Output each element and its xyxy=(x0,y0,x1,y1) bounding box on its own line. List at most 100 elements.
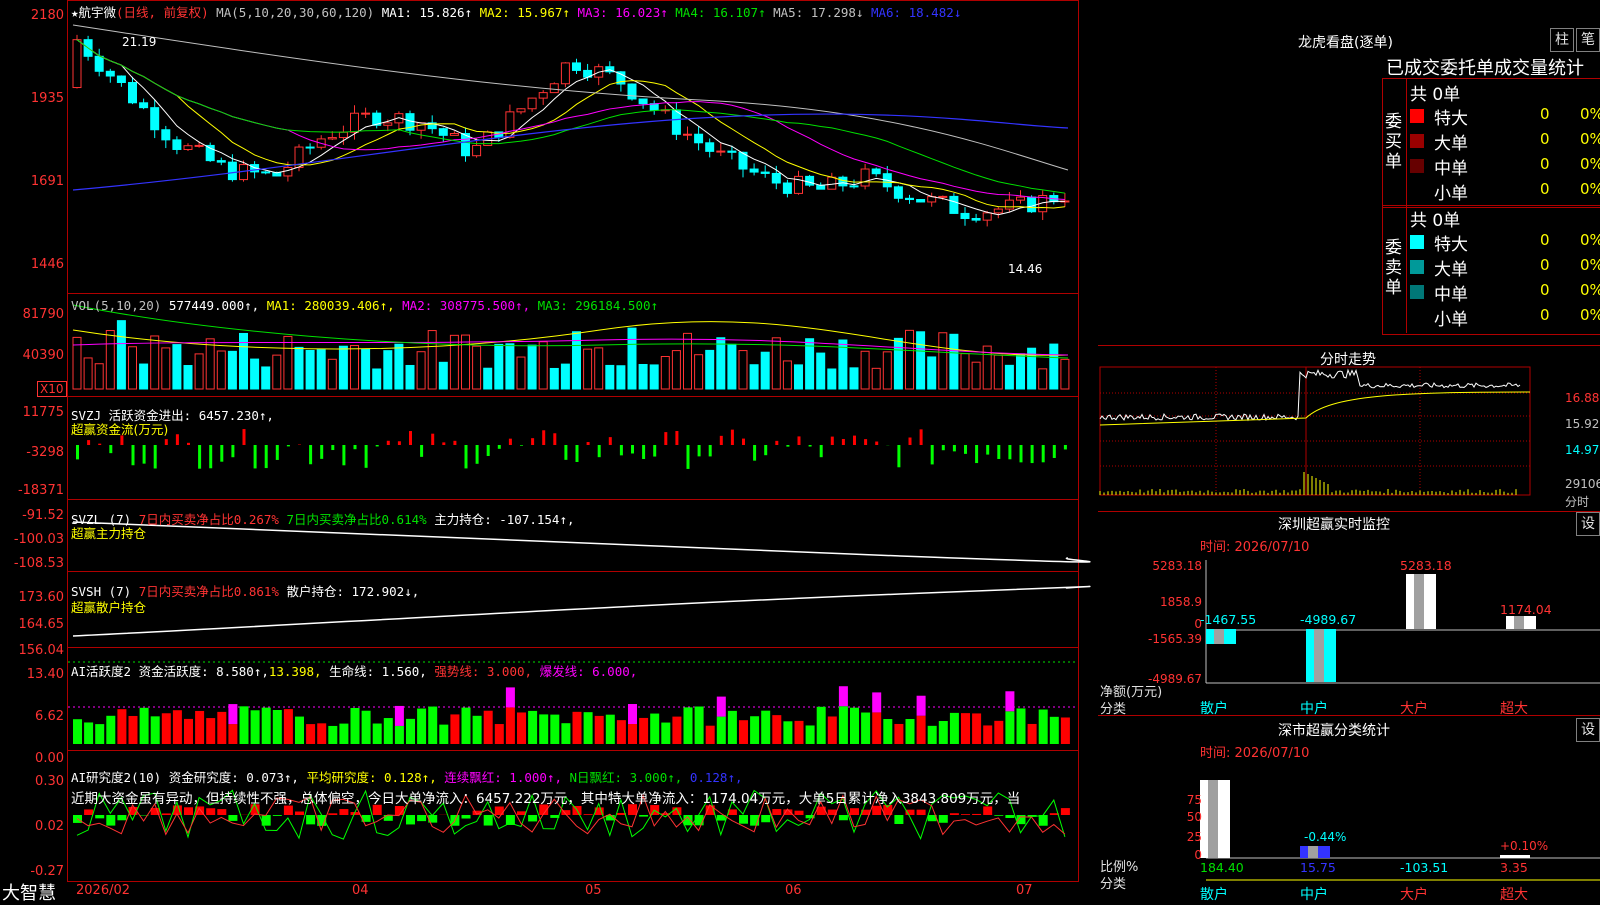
main-axis-1: 1935 xyxy=(0,91,64,106)
candle-body xyxy=(550,84,558,93)
activity-bar xyxy=(262,708,271,744)
bar-view-button[interactable]: 柱 xyxy=(1550,28,1574,52)
activity-bar xyxy=(273,710,282,744)
research-bar xyxy=(273,815,282,816)
activity-bar xyxy=(450,714,459,744)
activity-bar xyxy=(706,726,715,744)
vol-unit[interactable]: X10 xyxy=(37,381,67,397)
flow-bar xyxy=(542,430,545,445)
svzl-axis-0: -91.52 xyxy=(0,508,64,523)
buy-color-1 xyxy=(1410,134,1424,148)
volume-bar xyxy=(961,354,969,389)
flow-bar xyxy=(698,445,701,456)
vol-ma3: MA3: 296184.500↑ xyxy=(538,298,658,313)
tick-view-button[interactable]: 笔 xyxy=(1576,28,1600,52)
volume-bar xyxy=(584,349,592,389)
activity-bar xyxy=(428,707,437,744)
monitor-value-0: -1467.55 xyxy=(1200,612,1256,627)
activity-bar xyxy=(861,713,870,744)
volume-bar xyxy=(95,364,103,389)
monitor-axis-label: 1858.9 xyxy=(1110,595,1202,609)
activity-bar xyxy=(739,720,748,744)
activity-bar xyxy=(73,719,82,744)
research-bar xyxy=(1005,815,1014,818)
flow-bar xyxy=(309,445,312,464)
monitor-settings-button[interactable]: 设 xyxy=(1576,512,1600,536)
volume-bar xyxy=(484,368,492,389)
research-bar xyxy=(684,815,693,825)
research-bar xyxy=(162,813,171,815)
volume-bar xyxy=(861,351,869,389)
research-bar xyxy=(84,809,93,815)
ai2-header: AI研究度2(10) 资金研究度: 0.073↑, 平均研究度: 0.128↑,… xyxy=(71,767,743,786)
volume-bar xyxy=(1005,365,1013,389)
classify-settings-button[interactable]: 设 xyxy=(1576,718,1600,742)
flow-bar xyxy=(553,433,556,445)
activity-bar xyxy=(939,721,948,744)
activity-bar xyxy=(550,715,559,744)
candle-body xyxy=(961,213,969,218)
candle-body xyxy=(184,146,192,150)
activity-bar xyxy=(1039,710,1048,744)
activity-bar xyxy=(173,710,182,744)
ai2-title: AI研究度2(10) xyxy=(71,770,161,785)
flow-bar xyxy=(198,445,201,469)
activity-bar xyxy=(1061,717,1070,744)
activity-bar xyxy=(983,725,992,744)
ma5-line xyxy=(73,25,1068,170)
activity-bar xyxy=(417,709,426,744)
volume-bar xyxy=(561,364,569,389)
activity-bar xyxy=(228,724,237,744)
flow-bar xyxy=(953,445,956,451)
flow-bar xyxy=(1020,445,1023,462)
volume-bar xyxy=(684,333,692,389)
intraday-panel[interactable] xyxy=(1098,345,1600,512)
ai2-d: N日飘红: 3.000↑, xyxy=(570,770,683,785)
vol-ma2: MA2: 308775.500↑, xyxy=(402,298,530,313)
activity-bar xyxy=(528,711,537,744)
sell-name-3: 小单 xyxy=(1434,305,1468,330)
sell-count-0: 0 xyxy=(1540,231,1550,249)
ai1-c: 生命线: 1.560, xyxy=(329,664,427,679)
ma-line xyxy=(77,40,1065,200)
svsh-a: 7日内买卖净占比0.861% xyxy=(139,584,279,599)
volume-bar xyxy=(606,365,614,389)
sell-row-2: 中单00% xyxy=(1408,280,1598,304)
volume-bar xyxy=(162,348,170,389)
activity-bar xyxy=(306,724,315,744)
sell-color-0 xyxy=(1410,235,1424,249)
monitor-axis-label: 5283.18 xyxy=(1110,559,1202,573)
flow-bar xyxy=(964,445,967,454)
activity-peak xyxy=(872,692,881,712)
volume-bar xyxy=(273,355,281,389)
activity-bar xyxy=(828,716,837,744)
brand-logo[interactable]: 大智慧 xyxy=(2,879,56,905)
research-bar xyxy=(761,815,770,822)
volume-bar xyxy=(251,359,259,389)
svsh-axis-0: 173.60 xyxy=(0,590,64,605)
activity-bar xyxy=(617,720,626,744)
activity-bar xyxy=(495,724,504,744)
activity-bar xyxy=(806,725,815,744)
flow-bar xyxy=(620,445,623,455)
flow-bar xyxy=(209,445,212,468)
flow-bar xyxy=(631,445,634,453)
classify-cat-2: 大户 xyxy=(1400,884,1428,904)
activity-bar xyxy=(750,716,759,744)
monitor-axis-label: -1565.39 xyxy=(1110,632,1202,646)
candle-body xyxy=(561,63,569,84)
candle-body xyxy=(728,151,736,152)
flow-bar xyxy=(154,445,157,468)
activity-bar xyxy=(517,712,526,744)
research-bar xyxy=(295,812,304,815)
ai1-a: 资金活跃度: 8.580↑, xyxy=(139,664,269,679)
flow-bar xyxy=(687,445,690,469)
flow-bar xyxy=(76,445,79,459)
ai2-axis-0: 0.30 xyxy=(0,774,64,789)
svsh-axis-1: 164.65 xyxy=(0,617,64,632)
volume-bar xyxy=(739,351,747,389)
flow-bar xyxy=(576,445,579,462)
volume-bar xyxy=(950,334,958,389)
candle-body xyxy=(783,183,791,193)
volume-bar xyxy=(761,352,769,389)
